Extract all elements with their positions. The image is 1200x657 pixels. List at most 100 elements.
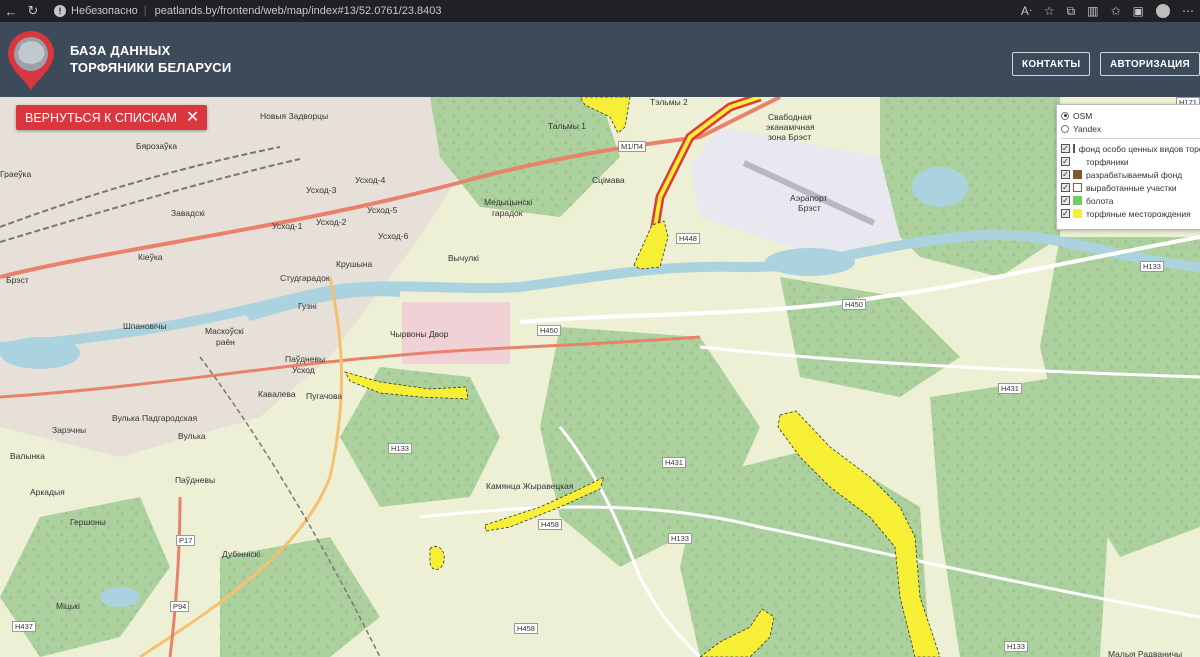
- favorite-star-icon[interactable]: ☆: [1044, 4, 1055, 18]
- place-label: Усход-2: [316, 217, 347, 227]
- legend-swatch: [1073, 196, 1082, 205]
- road-label: Н133: [1140, 261, 1164, 272]
- back-to-lists-button[interactable]: ВЕРНУТЬСЯ К СПИСКАМ ✕: [16, 105, 208, 130]
- place-label: Пугачова: [306, 391, 343, 401]
- place-label: Вычулкі: [448, 253, 479, 263]
- road-label: Н448: [676, 233, 700, 244]
- more-menu-icon[interactable]: ⋯: [1182, 4, 1194, 18]
- place-label: гарадок: [492, 208, 523, 218]
- place-label: Усход-1: [272, 221, 303, 231]
- address-bar[interactable]: ! Небезопасно | peatlands.by/frontend/we…: [48, 2, 442, 20]
- browser-actions: Aᐧ ☆ ⧉ ▥ ✩ ▣ ⋯: [1021, 0, 1194, 22]
- place-label: Паўдневы: [285, 354, 326, 364]
- road-label: Н458: [514, 623, 538, 634]
- place-label: Чырвоны Двор: [390, 329, 449, 339]
- split-screen-icon[interactable]: ▥: [1087, 4, 1098, 18]
- place-label: Зарэчны: [52, 425, 87, 435]
- road-label: Р17: [176, 535, 196, 546]
- read-aloud-icon[interactable]: Aᐧ: [1021, 4, 1032, 18]
- place-label: Студгарадок: [280, 273, 330, 283]
- overlay-layer-label: торфяники: [1086, 156, 1129, 167]
- place-label: Усход-4: [355, 175, 386, 185]
- overlay-layer-row[interactable]: ✓ болота: [1061, 194, 1200, 207]
- app-title: БАЗА ДАННЫХ ТОРФЯНИКИ БЕЛАРУСИ: [70, 42, 231, 76]
- overlay-layer-row[interactable]: ✓ выработанные участки: [1061, 181, 1200, 194]
- road-label: Н450: [537, 325, 561, 336]
- favorites-icon[interactable]: ✩: [1111, 4, 1121, 18]
- road-label: Н437: [12, 621, 36, 632]
- place-label: Сцімава: [592, 175, 625, 185]
- overlay-layer-label: фонд особо ценных видов торфа: [1078, 143, 1200, 154]
- place-label: Дубінніскі: [222, 549, 261, 559]
- close-icon: ✕: [185, 108, 200, 126]
- place-label: Новыя Задворцы: [260, 111, 329, 121]
- checkbox-icon[interactable]: ✓: [1061, 209, 1070, 218]
- reload-icon[interactable]: ↻: [22, 0, 44, 22]
- place-label: Міцькі: [56, 601, 80, 611]
- place-label: Тэльмы 2: [650, 97, 688, 107]
- place-label: Усход-3: [306, 185, 337, 195]
- overlay-layer-row[interactable]: ✓ фонд особо ценных видов торфа: [1061, 142, 1200, 155]
- place-label: Маскоўскі: [205, 326, 244, 336]
- road-label: Н431: [998, 383, 1022, 394]
- road-label: Н450: [842, 299, 866, 310]
- title-line-1: БАЗА ДАННЫХ: [70, 43, 171, 58]
- checkbox-icon[interactable]: ✓: [1061, 157, 1070, 166]
- place-label: Бярозаўка: [136, 141, 178, 151]
- place-label: Аркадыя: [30, 487, 65, 497]
- place-label: зона Брэст: [768, 132, 812, 142]
- legend-swatch: [1073, 157, 1082, 166]
- place-label: Гершоны: [70, 517, 106, 527]
- map-view[interactable]: Новыя Задворцы Бярозаўка Граеўка Завадскі Кі…: [0, 97, 1200, 657]
- road-label: Н133: [668, 533, 692, 544]
- base-layer-label: Yandex: [1073, 123, 1102, 134]
- place-label: раён: [216, 337, 235, 347]
- place-label: Тальмы 1: [548, 121, 586, 131]
- back-arrow-icon[interactable]: ←: [0, 0, 22, 22]
- place-label: Камянца Жыравецкая: [486, 481, 574, 491]
- layer-switcher: OSM Yandex ✓ фонд особо ценных видов торф…: [1056, 104, 1200, 230]
- place-label: Брэст: [6, 275, 29, 285]
- belarus-map-pin-icon: [8, 31, 54, 90]
- place-label: Усход: [292, 365, 315, 375]
- warning-icon: !: [54, 5, 66, 17]
- place-label: Малыя Радваничы: [1108, 649, 1183, 657]
- place-label: Усход-6: [378, 231, 409, 241]
- place-label: Вулька Падгародская: [112, 413, 198, 423]
- checkbox-icon[interactable]: ✓: [1061, 144, 1070, 153]
- legend-swatch: [1073, 209, 1082, 218]
- profile-avatar[interactable]: [1156, 4, 1170, 18]
- checkbox-icon[interactable]: ✓: [1061, 196, 1070, 205]
- place-label: Свабодная: [768, 112, 812, 122]
- place-label: Завадскі: [171, 208, 205, 218]
- overlay-layer-row[interactable]: ✓ торфяники: [1061, 155, 1200, 168]
- browser-toolbar: ← ↻ ! Небезопасно | peatlands.by/fronten…: [0, 0, 1200, 22]
- base-layer-yandex[interactable]: Yandex: [1061, 122, 1200, 135]
- road-label: Н458: [538, 519, 562, 530]
- legend-swatch: [1073, 183, 1082, 192]
- checkbox-icon[interactable]: ✓: [1061, 170, 1070, 179]
- title-line-2: ТОРФЯНИКИ БЕЛАРУСИ: [70, 60, 232, 75]
- login-button[interactable]: АВТОРИЗАЦИЯ: [1100, 52, 1200, 76]
- place-label: Вулька: [178, 431, 206, 441]
- contacts-button[interactable]: КОНТАКТЫ: [1012, 52, 1091, 76]
- legend-swatch: [1072, 144, 1075, 153]
- base-layer-label: OSM: [1073, 110, 1093, 121]
- base-layer-osm[interactable]: OSM: [1061, 109, 1200, 122]
- overlay-list: ✓ фонд особо ценных видов торфа ✓ торфяники…: [1061, 142, 1200, 220]
- place-label: Валынка: [10, 451, 45, 461]
- road-label: Н431: [662, 457, 686, 468]
- radio-icon[interactable]: [1061, 124, 1069, 133]
- extensions-icon[interactable]: ⧉: [1067, 4, 1076, 19]
- radio-icon[interactable]: [1061, 111, 1069, 120]
- back-to-lists-label: ВЕРНУТЬСЯ К СПИСКАМ: [25, 110, 177, 125]
- road-label: Р94: [170, 601, 190, 612]
- place-label: Брэст: [798, 203, 821, 213]
- overlay-layer-row[interactable]: ✓ торфяные месторождения: [1061, 207, 1200, 220]
- overlay-layer-label: выработанные участки: [1086, 182, 1177, 193]
- overlay-layer-row[interactable]: ✓ разрабатываемый фонд: [1061, 168, 1200, 181]
- collections-icon[interactable]: ▣: [1133, 4, 1144, 18]
- security-warning: Небезопасно: [71, 5, 138, 17]
- place-label: Усход-5: [367, 205, 398, 215]
- checkbox-icon[interactable]: ✓: [1061, 183, 1070, 192]
